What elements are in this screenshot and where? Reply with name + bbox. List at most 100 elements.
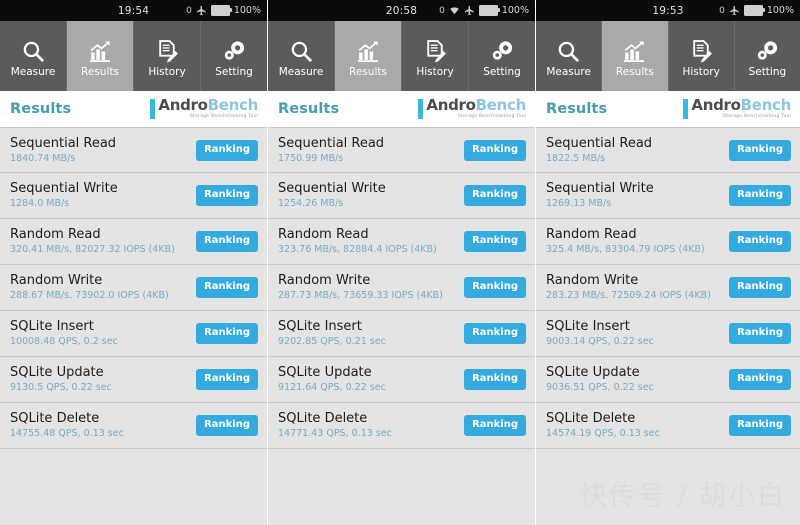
logo-andro: Andro: [158, 96, 208, 115]
table-row[interactable]: Random Write 287.73 MB/s, 73659.33 IOPS …: [268, 265, 535, 311]
table-row[interactable]: Sequential Write 1269.13 MB/s Ranking: [536, 173, 800, 219]
logo-tagline: Storage Benchmarking Tool: [722, 114, 791, 120]
row-texts: SQLite Update 9130.5 QPS, 0.22 sec: [10, 365, 112, 394]
table-row[interactable]: SQLite Delete 14574.19 QPS, 0.13 sec Ran…: [536, 403, 800, 449]
ranking-button[interactable]: Ranking: [464, 185, 526, 206]
row-value: 9130.5 QPS, 0.22 sec: [10, 382, 112, 393]
ranking-button[interactable]: Ranking: [196, 231, 258, 252]
ranking-button[interactable]: Ranking: [196, 139, 258, 161]
ranking-button[interactable]: Ranking: [729, 277, 791, 298]
table-row[interactable]: SQLite Insert 10008.48 QPS, 0.2 sec Rank…: [0, 311, 267, 357]
ranking-button[interactable]: Ranking: [464, 277, 526, 298]
row-texts: SQLite Delete 14755.48 QPS, 0.13 sec: [10, 412, 124, 440]
status-icons: 0 100%: [719, 5, 794, 16]
logo-tagline: Storage Benchmarking Tool: [189, 114, 258, 120]
tab-results-label: Results: [81, 66, 119, 78]
ranking-button[interactable]: Ranking: [464, 415, 526, 436]
tab-history[interactable]: History: [134, 21, 201, 91]
table-row[interactable]: SQLite Update 9036.51 QPS, 0.22 sec Rank…: [536, 357, 800, 403]
row-value: 320.41 MB/s, 82027.32 IOPS (4KB): [10, 244, 175, 255]
ranking-button[interactable]: Ranking: [464, 323, 526, 344]
row-title: SQLite Delete: [278, 411, 368, 426]
row-title: SQLite Update: [546, 365, 640, 380]
row-value: 1254.26 MB/s: [278, 198, 344, 209]
table-row[interactable]: SQLite Delete 14771.43 QPS, 0.13 sec Ran…: [268, 403, 535, 449]
status-zero-icon: 0: [439, 5, 445, 16]
tab-setting[interactable]: Setting: [201, 21, 267, 91]
ranking-button[interactable]: Ranking: [464, 139, 526, 161]
ranking-button[interactable]: Ranking: [464, 231, 526, 252]
list-empty-area: [268, 449, 535, 525]
table-row[interactable]: SQLite Insert 9202.85 QPS, 0.21 sec Rank…: [268, 311, 535, 357]
ranking-button[interactable]: Ranking: [729, 369, 791, 390]
logo-wordmark: AndroBench: [158, 98, 258, 113]
ranking-button[interactable]: Ranking: [729, 185, 791, 206]
list-empty-area: [0, 449, 267, 525]
row-texts: Sequential Write 1269.13 MB/s: [546, 181, 654, 210]
ranking-button[interactable]: Ranking: [196, 415, 258, 436]
tab-measure[interactable]: Measure: [0, 21, 67, 91]
tab-measure[interactable]: Measure: [268, 21, 335, 91]
row-value: 10008.48 QPS, 0.2 sec: [10, 336, 118, 347]
phone-screen-1: 19:54 0 100% Measure Results History Set…: [0, 0, 267, 525]
battery-icon: [210, 5, 232, 16]
results-list: Sequential Read 1840.74 MB/s Ranking Seq…: [0, 127, 267, 525]
table-row[interactable]: Random Read 320.41 MB/s, 82027.32 IOPS (…: [0, 219, 267, 265]
table-row[interactable]: Sequential Write 1284.0 MB/s Ranking: [0, 173, 267, 219]
ranking-button[interactable]: Ranking: [196, 185, 258, 206]
ranking-button[interactable]: Ranking: [729, 415, 791, 436]
row-value: 323.76 MB/s, 82884.4 IOPS (4KB): [278, 244, 437, 255]
ranking-button[interactable]: Ranking: [729, 139, 791, 161]
row-texts: Random Write 287.73 MB/s, 73659.33 IOPS …: [278, 274, 443, 302]
tab-bar: Measure Results History Setting: [536, 21, 800, 91]
table-row[interactable]: SQLite Insert 9003.14 QPS, 0.22 sec Rank…: [536, 311, 800, 357]
row-title: SQLite Update: [10, 365, 104, 380]
row-texts: SQLite Insert 10008.48 QPS, 0.2 sec: [10, 320, 118, 348]
table-row[interactable]: Random Read 323.76 MB/s, 82884.4 IOPS (4…: [268, 219, 535, 265]
ranking-button[interactable]: Ranking: [196, 369, 258, 390]
row-texts: Random Write 283.23 MB/s, 72509.24 IOPS …: [546, 274, 711, 302]
row-texts: Sequential Write 1254.26 MB/s: [278, 182, 386, 210]
row-title: Sequential Read: [546, 135, 653, 151]
tab-results[interactable]: Results: [335, 21, 402, 91]
table-row[interactable]: SQLite Delete 14755.48 QPS, 0.13 sec Ran…: [0, 403, 267, 449]
table-row[interactable]: Sequential Read 1750.99 MB/s Ranking: [268, 127, 535, 173]
tab-results[interactable]: Results: [602, 21, 669, 91]
table-row[interactable]: Random Write 283.23 MB/s, 72509.24 IOPS …: [536, 265, 800, 311]
status-bar: 19:53 0 100%: [536, 0, 800, 21]
table-row[interactable]: SQLite Update 9121.64 QPS, 0.22 sec Rank…: [268, 357, 535, 403]
row-title: Sequential Read: [278, 135, 385, 151]
page-title: Results: [278, 101, 340, 117]
table-row[interactable]: Sequential Read 1822.5 MB/s Ranking: [536, 127, 800, 173]
row-texts: Sequential Read 1822.5 MB/s: [546, 135, 653, 164]
airplane-mode-icon: [196, 5, 206, 16]
tab-history[interactable]: History: [668, 21, 735, 91]
androbench-logo: AndroBench Storage Benchmarking Tool: [683, 98, 791, 120]
document-pen-icon: [423, 34, 448, 64]
row-texts: Random Read 323.76 MB/s, 82884.4 IOPS (4…: [278, 228, 437, 256]
tab-measure[interactable]: Measure: [536, 21, 603, 91]
row-title: Sequential Write: [546, 181, 654, 196]
ranking-button[interactable]: Ranking: [196, 323, 258, 344]
ranking-button[interactable]: Ranking: [196, 277, 258, 298]
ranking-button[interactable]: Ranking: [464, 369, 526, 390]
table-row[interactable]: SQLite Update 9130.5 QPS, 0.22 sec Ranki…: [0, 357, 267, 403]
tab-history[interactable]: History: [402, 21, 469, 91]
ranking-button[interactable]: Ranking: [729, 323, 791, 344]
ranking-button[interactable]: Ranking: [729, 231, 791, 252]
table-row[interactable]: Sequential Read 1840.74 MB/s Ranking: [0, 127, 267, 173]
logo-bar: [150, 99, 156, 119]
tab-history-label: History: [148, 66, 186, 78]
watermark: 快传号 / 胡小白: [579, 481, 786, 512]
tab-results[interactable]: Results: [67, 21, 134, 91]
gears-icon: [755, 34, 780, 64]
tab-setting[interactable]: Setting: [734, 21, 800, 91]
row-title: Sequential Write: [10, 181, 118, 196]
table-row[interactable]: Random Write 288.67 MB/s, 73902.0 IOPS (…: [0, 265, 267, 311]
tab-setting[interactable]: Setting: [469, 21, 535, 91]
table-row[interactable]: Random Read 325.4 MB/s, 83304.79 IOPS (4…: [536, 219, 800, 265]
row-value: 14771.43 QPS, 0.13 sec: [278, 428, 392, 439]
row-texts: SQLite Delete 14771.43 QPS, 0.13 sec: [278, 411, 392, 440]
tab-setting-label: Setting: [483, 66, 521, 78]
table-row[interactable]: Sequential Write 1254.26 MB/s Ranking: [268, 173, 535, 219]
